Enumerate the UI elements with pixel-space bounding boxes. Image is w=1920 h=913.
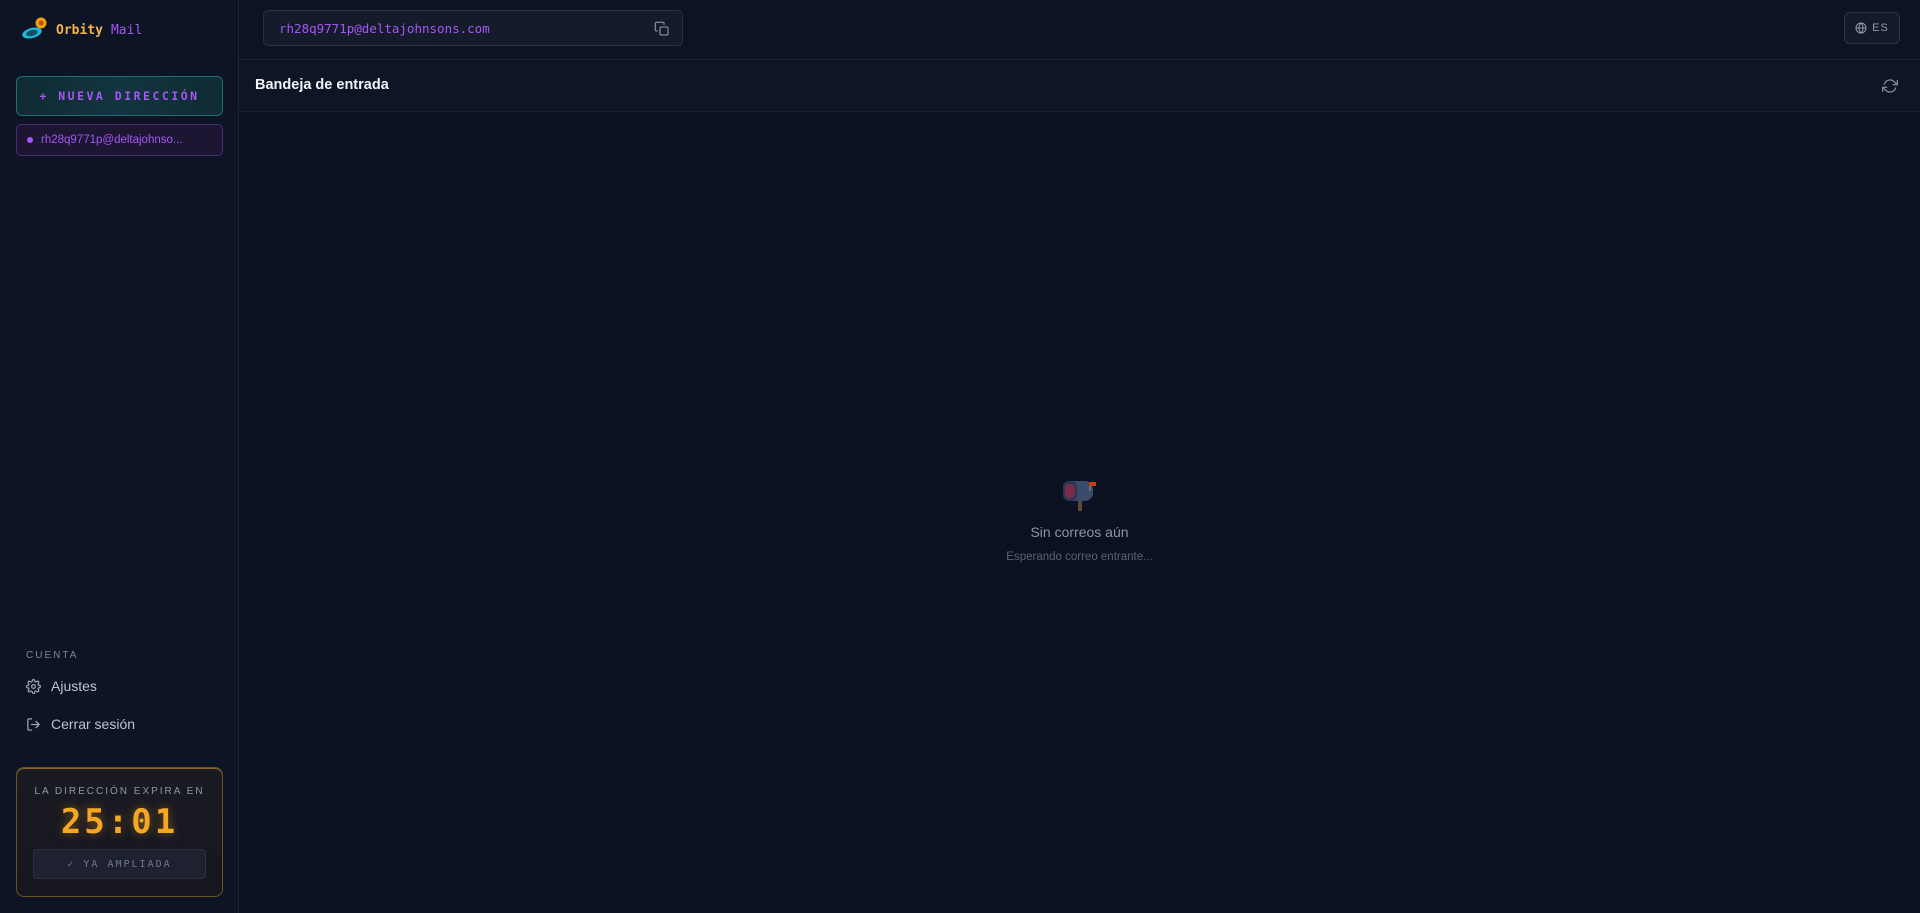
globe-icon [1855,22,1867,34]
current-address-text: rh28q9771p@deltajohnsons.com [279,20,490,36]
empty-subtitle: Esperando correo entrante... [1006,551,1153,563]
logout-link[interactable]: Cerrar sesión [26,716,135,732]
language-button[interactable]: ES [1844,12,1900,44]
brand-name-secondary: Mail [110,22,143,38]
mailbox-icon [1062,481,1096,511]
logout-icon [27,717,40,731]
current-address-field[interactable]: rh28q9771p@deltajohnsons.com [263,10,683,46]
settings-label: Ajustes [51,678,97,694]
refresh-icon[interactable] [1882,78,1898,94]
sidebar: Orbity Mail + NUEVA DIRECCIÓN rh28q9771p… [0,0,239,913]
inbox-title: Bandeja de entrada [255,77,389,93]
address-list-item-label: rh28q9771p@deltajohnso... [41,134,183,146]
expiry-timer: 25:01 [60,802,179,842]
main-content: rh28q9771p@deltajohnsons.com ES Bandeja … [239,0,1920,913]
already-extended-button: ✓ YA AMPLIADA [33,849,206,879]
brand-logo[interactable]: Orbity Mail [20,16,142,44]
top-bar: rh28q9771p@deltajohnsons.com ES [239,0,1920,60]
logout-label: Cerrar sesión [51,716,136,732]
brand-name-primary: Orbity [56,22,103,38]
language-label: ES [1872,22,1889,34]
active-dot-icon [27,137,33,143]
empty-state: Sin correos aún Esperando correo entrant… [239,478,1920,563]
gear-icon [26,678,41,694]
expiry-label: LA DIRECCIÓN EXPIRA EN [34,786,205,797]
inbox-header: Bandeja de entrada [239,60,1920,112]
orbit-planet-icon [22,17,47,39]
new-address-button[interactable]: + NUEVA DIRECCIÓN [16,76,223,116]
empty-title: Sin correos aún [1030,524,1129,540]
settings-link[interactable]: Ajustes [26,678,97,694]
app-root: Orbity Mail + NUEVA DIRECCIÓN rh28q9771p… [0,0,1920,913]
address-list-item[interactable]: rh28q9771p@deltajohnso... [16,124,223,156]
account-section-label: CUENTA [26,650,79,661]
expiry-card: LA DIRECCIÓN EXPIRA EN 25:01 ✓ YA AMPLIA… [16,767,223,897]
copy-icon[interactable] [654,21,670,37]
